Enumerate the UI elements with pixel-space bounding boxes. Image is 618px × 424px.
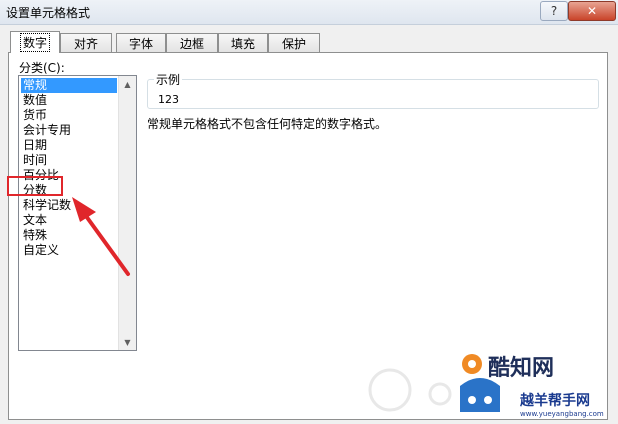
watermark-brand: 酷知网: [488, 355, 555, 381]
watermark-site-name: 越羊帮手网: [520, 393, 590, 409]
watermark: 酷知网 越羊帮手网 www.yueyangbang.com: [360, 346, 618, 424]
watermark-site-url: www.yueyangbang.com: [520, 410, 604, 418]
tab-number-label: 数字: [19, 33, 50, 52]
tab-number[interactable]: 数字: [10, 31, 60, 53]
